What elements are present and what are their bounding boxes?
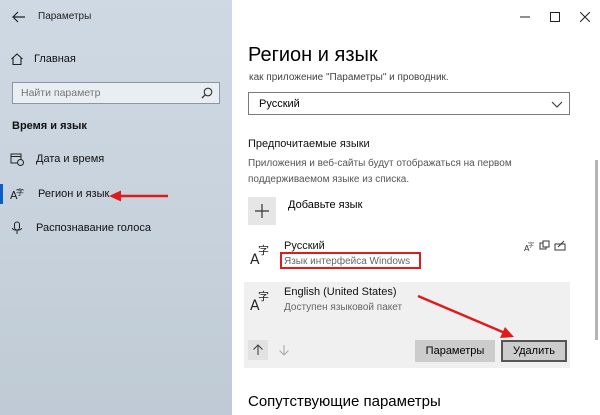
search-input[interactable]: [21, 87, 191, 99]
language-name: Русский: [284, 240, 325, 252]
selection-indicator: [0, 184, 3, 204]
add-language-label: Добавьте язык: [288, 199, 363, 211]
preferred-languages-description: Приложения и веб-сайты будут отображатьс…: [248, 158, 512, 185]
arrow-down-icon: [279, 345, 289, 356]
language-item-russian[interactable]: A 字 Русский Язык интерфейса Windows A 字: [244, 236, 570, 276]
app-title: Параметры: [38, 11, 92, 22]
calendar-clock-icon: [10, 153, 24, 166]
text-to-speech-icon: [539, 240, 550, 250]
move-down-button[interactable]: [274, 340, 294, 360]
home-icon: [11, 53, 23, 66]
language-icon: A 字: [10, 187, 24, 201]
maximize-icon: [550, 12, 560, 22]
language-item-english[interactable]: A 字 English (United States) Доступен язы…: [244, 282, 570, 368]
sidebar-item-speech[interactable]: Распознавание голоса: [10, 218, 225, 238]
sidebar-item-region-language[interactable]: A 字 Регион и язык: [10, 184, 225, 204]
svg-text:字: 字: [258, 243, 269, 257]
chevron-down-icon: [551, 101, 563, 108]
language-name: English (United States): [284, 286, 397, 298]
selected-value: Русский: [259, 97, 300, 110]
microphone-icon: [12, 221, 22, 234]
plus-icon: [255, 204, 269, 218]
sidebar-item-label: Дата и время: [36, 153, 105, 165]
section-title: Время и язык: [12, 120, 87, 132]
sidebar-item-label: Главная: [34, 53, 76, 65]
add-language-button[interactable]: Добавьте язык: [248, 197, 448, 225]
search-field[interactable]: [12, 82, 220, 104]
close-icon: [580, 12, 590, 22]
sidebar-item-date-time[interactable]: Дата и время: [10, 149, 225, 169]
display-language-icon: A 字: [524, 241, 534, 252]
description-text: как приложение "Параметры" и проводник.: [249, 72, 449, 83]
language-options-button[interactable]: Параметры: [415, 340, 495, 362]
scrollbar[interactable]: [595, 160, 598, 340]
language-status: Доступен языковой пакет: [284, 302, 403, 313]
title-bar: Параметры: [0, 0, 232, 34]
svg-text:字: 字: [16, 187, 24, 197]
maximize-button[interactable]: [540, 0, 570, 34]
page-title: Регион и язык: [248, 44, 378, 66]
related-settings-heading: Сопутствующие параметры: [248, 393, 441, 410]
preferred-languages-heading: Предпочитаемые языки: [248, 138, 370, 150]
minimize-button[interactable]: [510, 0, 540, 34]
handwriting-icon: [554, 240, 566, 251]
display-language-select[interactable]: Русский: [248, 92, 570, 115]
settings-sidebar: Параметры Главная Время и язык Дата и вр…: [0, 0, 232, 415]
language-glyph-icon: A 字: [250, 289, 269, 312]
sidebar-item-label: Распознавание голоса: [36, 222, 151, 234]
settings-content: Регион и язык как приложение "Параметры"…: [232, 0, 600, 415]
language-glyph-icon: A 字: [250, 243, 269, 266]
plus-tile: [248, 197, 276, 225]
language-capabilities: A 字: [524, 240, 566, 252]
annotation-highlight-box: [280, 252, 421, 269]
move-up-button[interactable]: [248, 340, 268, 360]
remove-language-button[interactable]: Удалить: [501, 340, 567, 362]
minimize-icon: [520, 16, 530, 18]
svg-text:字: 字: [528, 241, 534, 249]
back-button[interactable]: [8, 6, 30, 28]
search-icon[interactable]: [201, 87, 213, 99]
svg-text:字: 字: [258, 289, 269, 303]
arrow-up-icon: [253, 344, 263, 355]
close-button[interactable]: [570, 0, 600, 34]
sidebar-item-home[interactable]: Главная: [10, 50, 210, 68]
window-controls: [510, 0, 600, 34]
sidebar-item-label: Регион и язык: [38, 188, 110, 200]
back-arrow-icon: [12, 11, 25, 23]
